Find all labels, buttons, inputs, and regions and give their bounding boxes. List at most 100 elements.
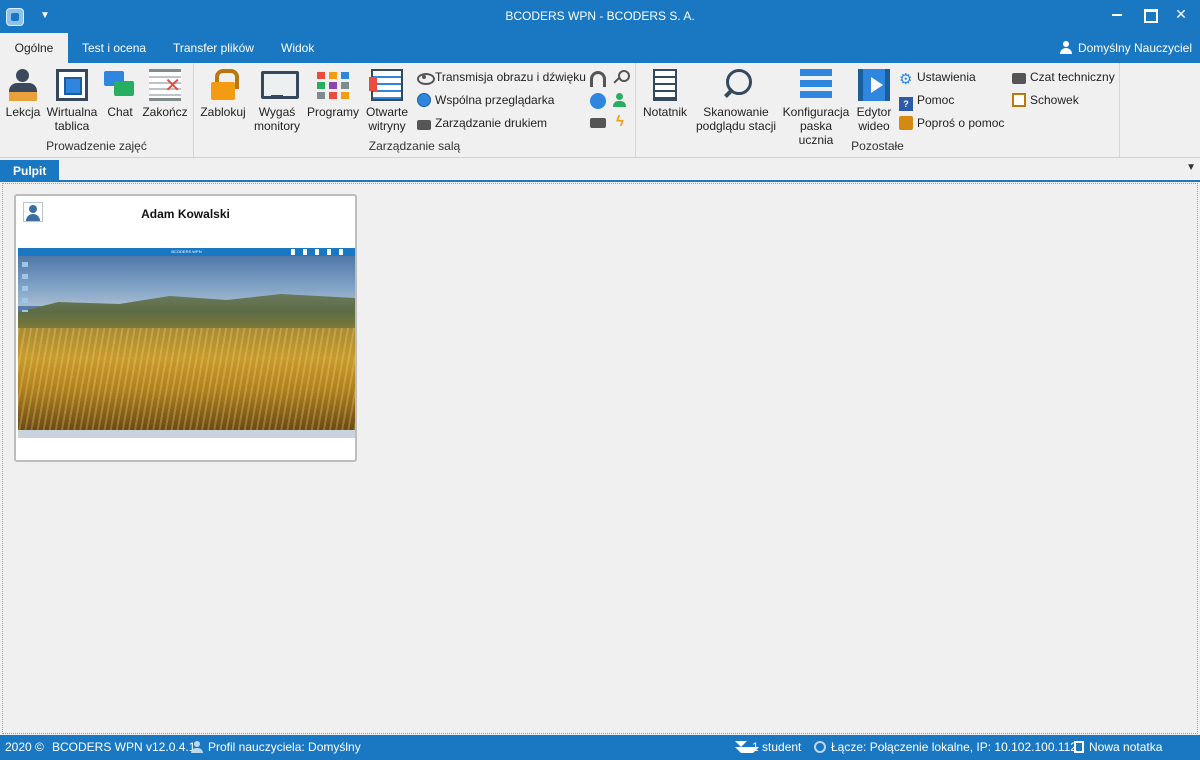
wspolna-przegladarka-button[interactable]: Wspólna przeglądarka bbox=[417, 90, 554, 110]
chat-button[interactable]: Chat bbox=[102, 67, 138, 119]
help-icon: ? bbox=[899, 97, 913, 111]
status-new-note-label: Nowa notatka bbox=[1089, 740, 1163, 754]
status-students-label: 1 student bbox=[752, 740, 802, 754]
websites-icon bbox=[369, 69, 403, 101]
close-button[interactable]: ✕ bbox=[1164, 0, 1198, 28]
status-connection-label: Łącze: Połączenie lokalne, IP: 10.102.10… bbox=[831, 740, 1077, 754]
preview-app-bar: BCODERS WPN bbox=[18, 248, 355, 256]
tab-ogolne[interactable]: Ogólne bbox=[0, 33, 68, 63]
whiteboard-icon bbox=[56, 69, 88, 101]
teacher-icon bbox=[7, 69, 39, 101]
tab-list-dropdown-icon[interactable]: ▼ bbox=[1186, 162, 1196, 173]
group-zarzadzanie-sala: Zablokuj Wygaś monitory Programy Otwarte… bbox=[194, 63, 636, 157]
profile-icon bbox=[191, 741, 203, 753]
konfiguracja-paska-button[interactable]: Konfiguracja paska ucznia bbox=[781, 67, 851, 147]
tab-transfer-plikow[interactable]: Transfer plików bbox=[161, 33, 266, 63]
status-version: BCODERS WPN v12.0.4.1 bbox=[52, 740, 196, 754]
zarzadzanie-drukiem-button[interactable]: Zarządzanie drukiem bbox=[417, 113, 547, 133]
programs-icon bbox=[317, 69, 349, 101]
user-menu[interactable]: Domyślny Nauczyciel bbox=[1059, 33, 1192, 63]
notatnik-label: Notatnik bbox=[642, 105, 688, 119]
wirtualna-tablica-button[interactable]: Wirtualna tablica bbox=[44, 67, 100, 133]
group-pozostale: Notatnik Skanowanie podglądu stacji Konf… bbox=[636, 63, 1120, 157]
document-tab-bar: Pulpit ▼ bbox=[0, 158, 1200, 182]
schowek-button[interactable]: Schowek bbox=[1012, 90, 1079, 110]
zablokuj-label: Zablokuj bbox=[200, 105, 246, 119]
tech-chat-icon bbox=[1012, 73, 1026, 84]
video-editor-icon bbox=[858, 69, 890, 101]
status-connection[interactable]: Łącze: Połączenie lokalne, IP: 10.102.10… bbox=[814, 735, 1077, 760]
zarzadzanie-drukiem-label: Zarządzanie drukiem bbox=[435, 116, 548, 130]
preview-desktop-icons bbox=[22, 262, 28, 312]
programy-button[interactable]: Programy bbox=[306, 67, 360, 119]
programy-label: Programy bbox=[306, 105, 359, 119]
tab-test-i-ocena[interactable]: Test i ocena bbox=[70, 33, 158, 63]
czat-techniczny-label: Czat techniczny bbox=[1030, 70, 1115, 84]
popros-o-pomoc-label: Poproś o pomoc bbox=[917, 116, 1005, 130]
preview-field bbox=[18, 328, 355, 430]
status-profile-label: Profil nauczyciela: Domyślny bbox=[208, 740, 361, 754]
window-title: BCODERS WPN - BCODERS S. A. bbox=[505, 9, 695, 23]
preview-toolbar-icons bbox=[291, 249, 351, 255]
chat-icon bbox=[104, 69, 136, 101]
user-green-icon[interactable] bbox=[612, 92, 628, 108]
edytor-wideo-label: Edytor wideo bbox=[856, 105, 892, 133]
printer-icon bbox=[417, 120, 431, 130]
notatnik-button[interactable]: Notatnik bbox=[640, 67, 690, 119]
power-icon[interactable]: ϟ bbox=[612, 114, 628, 130]
user-name: Domyślny Nauczyciel bbox=[1077, 41, 1192, 55]
toolbar-config-icon bbox=[800, 69, 832, 101]
ustawienia-label: Ustawienia bbox=[917, 70, 976, 84]
ask-help-icon bbox=[899, 116, 913, 130]
schowek-label: Schowek bbox=[1030, 93, 1079, 107]
minimize-button[interactable] bbox=[1100, 0, 1134, 28]
network-icon bbox=[814, 741, 826, 753]
czat-techniczny-button[interactable]: Czat techniczny bbox=[1012, 67, 1115, 87]
ribbon-tab-bar: Ogólne Test i ocena Transfer plików Wido… bbox=[0, 33, 1200, 63]
otwarte-witryny-label: Otwarte witryny bbox=[365, 105, 408, 133]
zakoncz-label: Zakończ bbox=[142, 105, 188, 119]
note-icon bbox=[1074, 741, 1084, 753]
monitor-icon bbox=[261, 69, 299, 101]
ustawienia-button[interactable]: ⚙ Ustawienia bbox=[899, 67, 976, 87]
maximize-button[interactable] bbox=[1132, 0, 1166, 28]
transmisja-label: Transmisja obrazu i dźwięku bbox=[435, 70, 586, 84]
student-icon bbox=[735, 741, 759, 753]
group-label-prowadzenie: Prowadzenie zajęć bbox=[46, 139, 147, 153]
globe-icon bbox=[417, 93, 431, 107]
title-bar: ▼ BCODERS WPN - BCODERS S. A. ✕ bbox=[0, 0, 1200, 33]
skanowanie-label: Skanowanie podglądu stacji bbox=[695, 105, 777, 133]
otwarte-witryny-button[interactable]: Otwarte witryny bbox=[362, 67, 412, 133]
zablokuj-button[interactable]: Zablokuj bbox=[198, 67, 248, 119]
student-name: Adam Kowalski bbox=[141, 207, 230, 221]
web-icon[interactable] bbox=[590, 93, 606, 109]
station-screen-preview[interactable]: BCODERS WPN bbox=[18, 248, 355, 438]
lekcja-label: Lekcja bbox=[5, 105, 41, 119]
key-icon[interactable] bbox=[612, 69, 630, 85]
keyboard-icon[interactable] bbox=[590, 118, 606, 128]
chat-label: Chat bbox=[107, 105, 133, 119]
transmisja-button[interactable]: Transmisja obrazu i dźwięku bbox=[417, 67, 586, 87]
lekcja-button[interactable]: Lekcja bbox=[4, 67, 42, 119]
wygas-monitory-button[interactable]: Wygaś monitory bbox=[250, 67, 304, 133]
status-students[interactable]: 1 student bbox=[735, 735, 801, 760]
headset-icon[interactable] bbox=[590, 71, 606, 87]
end-lesson-icon bbox=[149, 69, 181, 101]
tab-pulpit[interactable]: Pulpit bbox=[0, 160, 60, 182]
edytor-wideo-button[interactable]: Edytor wideo bbox=[854, 67, 894, 133]
preview-taskbar bbox=[18, 430, 355, 438]
pomoc-button[interactable]: ? Pomoc bbox=[899, 90, 954, 111]
popros-o-pomoc-button[interactable]: Poproś o pomoc bbox=[899, 113, 1004, 133]
tab-widok[interactable]: Widok bbox=[269, 33, 326, 63]
ribbon: Lekcja Wirtualna tablica Chat Zakończ Pr… bbox=[0, 63, 1200, 158]
group-label-pozostale: Pozostałe bbox=[851, 139, 904, 153]
status-profile[interactable]: Profil nauczyciela: Domyślny bbox=[191, 735, 361, 760]
student-station-card[interactable]: Adam Kowalski BCODERS WPN bbox=[14, 194, 357, 462]
status-bar: 2020 © BCODERS WPN v12.0.4.1 Profil nauc… bbox=[0, 735, 1200, 760]
clipboard-icon bbox=[1012, 93, 1026, 107]
wirtualna-tablica-label: Wirtualna tablica bbox=[46, 105, 98, 133]
zakoncz-button[interactable]: Zakończ bbox=[140, 67, 190, 119]
gear-icon: ⚙ bbox=[899, 71, 913, 88]
status-new-note[interactable]: Nowa notatka bbox=[1074, 735, 1162, 760]
skanowanie-button[interactable]: Skanowanie podglądu stacji bbox=[694, 67, 778, 133]
